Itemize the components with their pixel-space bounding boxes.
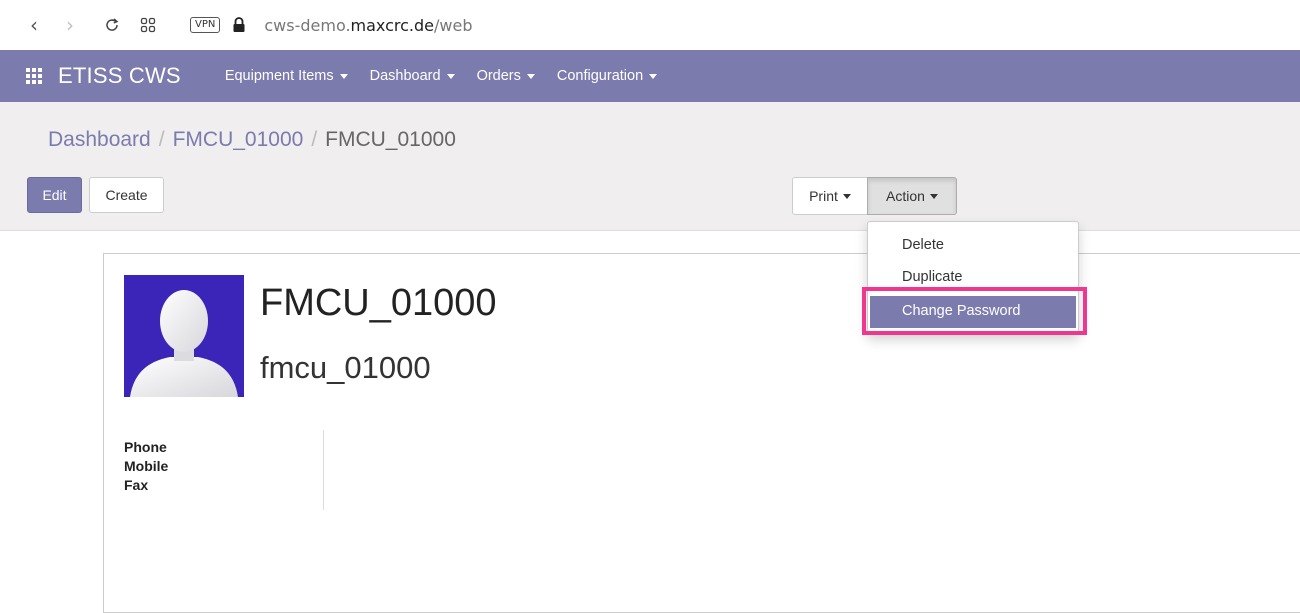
lock-icon[interactable] <box>232 17 246 33</box>
breadcrumb: Dashboard / FMCU_01000 / FMCU_01000 <box>48 128 456 152</box>
breadcrumb-item-dashboard[interactable]: Dashboard <box>48 128 151 152</box>
menu-label: Dashboard <box>369 68 441 84</box>
contact-fields: Phone Mobile Fax <box>124 438 168 495</box>
user-placeholder-icon <box>130 290 238 397</box>
tab-grid-icon[interactable] <box>134 11 162 39</box>
menu-orders[interactable]: Orders <box>477 68 535 84</box>
field-label-fax: Fax <box>124 477 149 493</box>
edit-button[interactable]: Edit <box>27 177 82 213</box>
record-title: FMCU_01000 <box>260 282 497 324</box>
menu-configuration[interactable]: Configuration <box>556 68 658 84</box>
field-label-phone: Phone <box>124 439 167 455</box>
menu-item-delete[interactable]: Delete <box>868 232 1078 264</box>
vpn-badge[interactable]: VPN <box>190 17 221 33</box>
caret-down-icon <box>339 73 348 79</box>
caret-down-icon <box>526 73 535 79</box>
forward-icon[interactable]: › <box>56 11 84 39</box>
menu-label: Equipment Items <box>224 68 334 84</box>
breadcrumb-item-current: FMCU_01000 <box>325 128 456 151</box>
app-navbar: ETISS CWS Equipment Items Dashboard Orde… <box>0 50 1300 102</box>
avatar <box>124 275 244 397</box>
menu-label: Configuration <box>556 68 644 84</box>
breadcrumb-separator: / <box>311 128 318 151</box>
caret-down-icon <box>446 73 455 79</box>
reload-icon[interactable] <box>98 11 126 39</box>
breadcrumb-item-record[interactable]: FMCU_01000 <box>173 128 304 152</box>
print-button[interactable]: Print <box>792 177 868 215</box>
create-button[interactable]: Create <box>89 177 164 213</box>
url-prefix: cws-demo. <box>264 15 351 35</box>
field-label-mobile: Mobile <box>124 458 169 474</box>
menu-label: Orders <box>476 68 521 84</box>
record-login: fmcu_01000 <box>260 350 431 385</box>
app-brand[interactable]: ETISS CWS <box>58 63 181 89</box>
address-bar[interactable]: cws-demo.maxcrc.de/web <box>264 16 472 35</box>
field-divider <box>323 430 324 510</box>
action-button[interactable]: Action <box>867 177 957 215</box>
caret-down-icon <box>842 193 851 199</box>
print-label: Print <box>809 188 838 204</box>
url-host: maxcrc.de <box>350 15 435 35</box>
control-panel: Dashboard / FMCU_01000 / FMCU_01000 Edit… <box>0 102 1300 231</box>
action-label: Action <box>886 188 925 204</box>
caret-down-icon <box>649 73 658 79</box>
browser-toolbar: ‹ › VPN cws-demo.maxcrc.de/web <box>0 0 1300 50</box>
url-path: /web <box>434 15 473 35</box>
menu-equipment-items[interactable]: Equipment Items <box>225 68 348 84</box>
highlight-annotation <box>862 287 1087 335</box>
breadcrumb-separator: / <box>158 128 165 151</box>
apps-menu-icon[interactable] <box>26 68 42 84</box>
menu-dashboard[interactable]: Dashboard <box>370 68 455 84</box>
back-icon[interactable]: ‹ <box>20 11 48 39</box>
caret-down-icon <box>929 193 938 199</box>
